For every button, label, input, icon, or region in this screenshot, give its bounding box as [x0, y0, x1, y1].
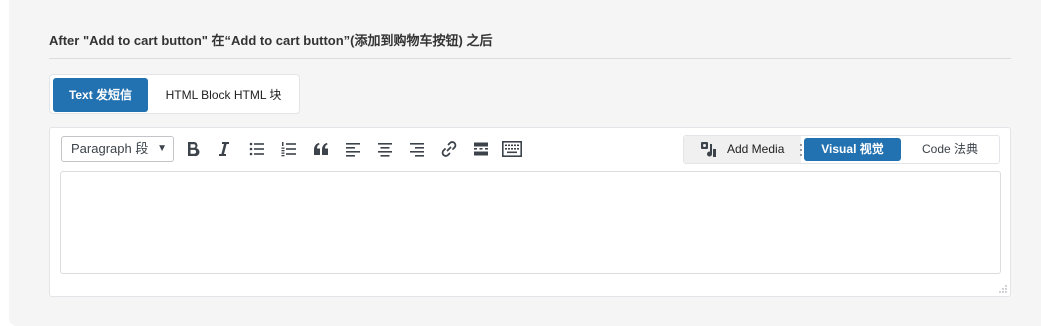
media-icon	[700, 141, 718, 168]
drag-handle-icon	[800, 144, 802, 156]
editor-content-area[interactable]	[60, 171, 1001, 274]
align-left-icon[interactable]	[342, 138, 364, 160]
toolbar-toggle-icon[interactable]	[501, 138, 523, 160]
blockquote-icon[interactable]	[310, 138, 332, 160]
bulleted-list-icon[interactable]	[246, 138, 268, 160]
tab-code[interactable]: Code 法典	[904, 138, 996, 161]
resize-handle-icon[interactable]	[999, 285, 1007, 293]
numbered-list-icon[interactable]	[278, 138, 300, 160]
format-select-value: Paragraph 段	[71, 141, 149, 156]
read-more-icon[interactable]	[470, 138, 492, 160]
paragraph-format-select[interactable]: Paragraph 段 ▼	[61, 136, 174, 162]
tab-visual[interactable]: Visual 视觉	[804, 138, 901, 161]
editor-mode-group: Add Media Visual 视觉 Code 法典	[683, 135, 1000, 164]
chevron-down-icon: ▼	[157, 143, 167, 154]
tab-text[interactable]: Text 发短信	[53, 78, 148, 112]
section-title: After "Add to cart button" 在“Add to cart…	[49, 33, 493, 48]
link-icon[interactable]	[438, 138, 460, 160]
italic-icon[interactable]	[213, 138, 235, 160]
bold-icon[interactable]	[182, 138, 204, 160]
tab-html-block[interactable]: HTML Block HTML 块	[150, 78, 297, 112]
content-type-tabs: Text 发短信 HTML Block HTML 块	[49, 74, 300, 114]
align-right-icon[interactable]	[406, 138, 428, 160]
wysiwyg-editor: Paragraph 段 ▼ Add Media Visual 视觉 Code 法…	[49, 127, 1011, 297]
add-media-label: Add Media	[727, 142, 785, 156]
add-media-button[interactable]: Add Media	[684, 136, 801, 163]
divider	[49, 58, 1011, 59]
align-center-icon[interactable]	[374, 138, 396, 160]
